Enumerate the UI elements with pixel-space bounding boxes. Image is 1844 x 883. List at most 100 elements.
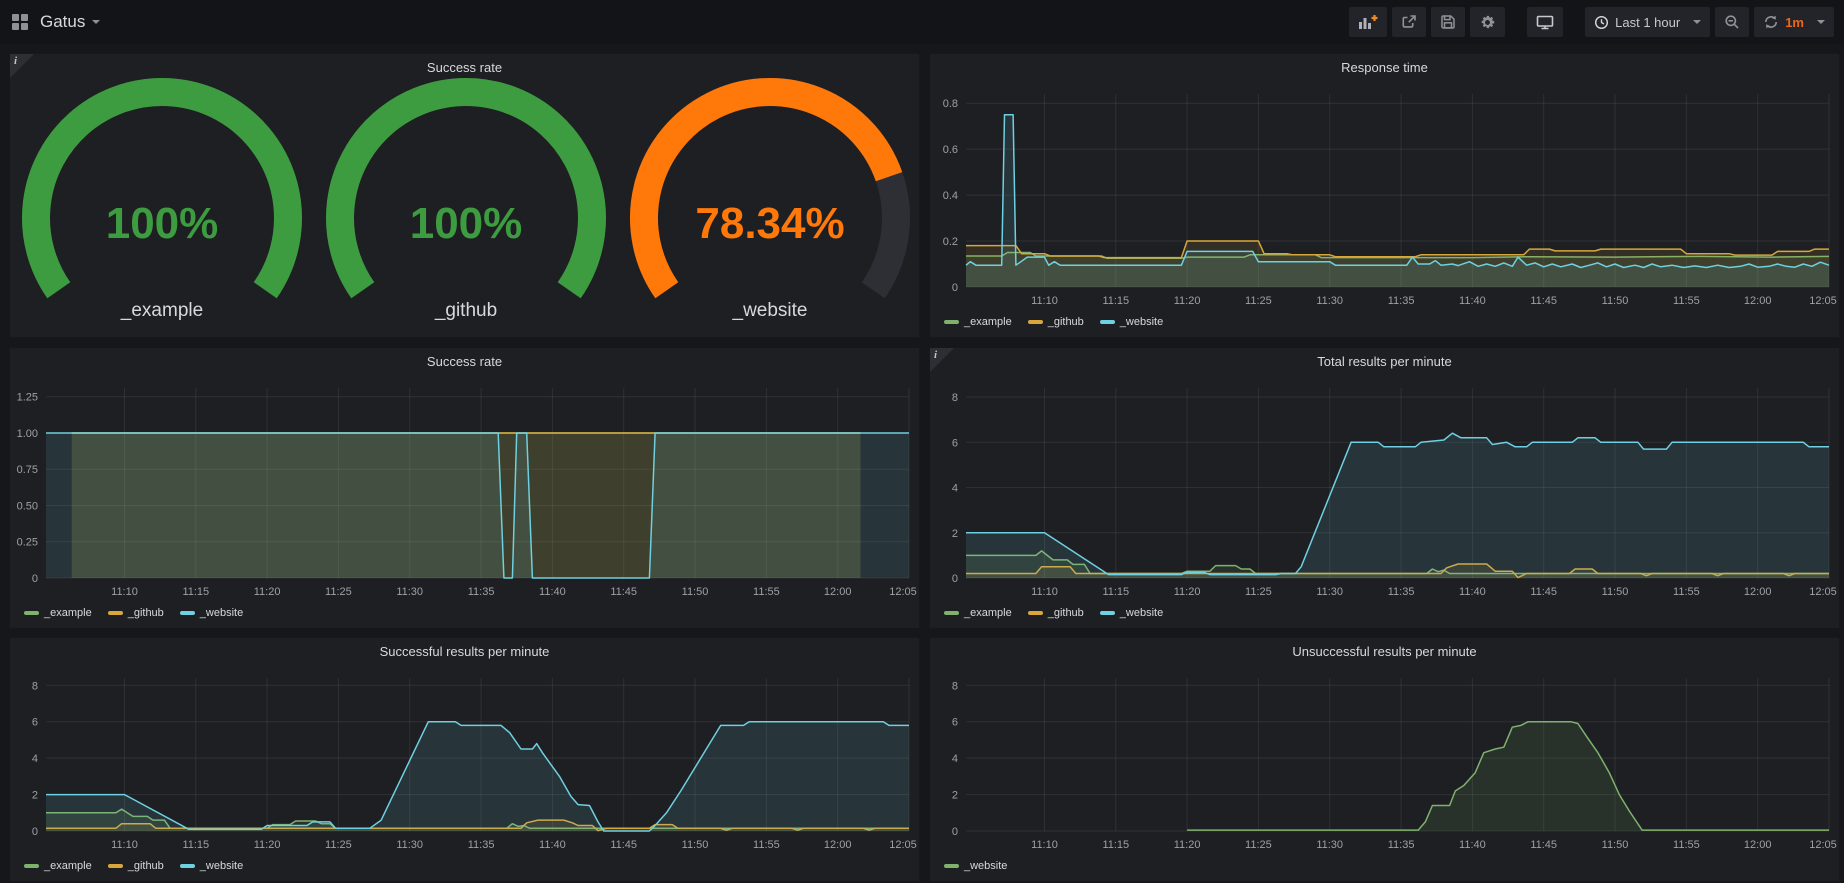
legend-series-dash — [24, 864, 39, 868]
dashboard-title: Gatus — [40, 12, 85, 32]
y-tick-label: 0 — [32, 573, 38, 585]
y-tick-label: 6 — [32, 717, 38, 729]
x-tick-label: 11:10 — [1031, 839, 1058, 851]
total-results-chart[interactable]: 0246811:1011:1511:2011:2511:3011:3511:40… — [930, 348, 1841, 630]
unsuccessful-results-chart[interactable]: 0246811:1011:1511:2011:2511:3011:3511:40… — [930, 638, 1841, 883]
x-tick-label: 11:50 — [1602, 839, 1629, 851]
y-tick-label: 6 — [952, 437, 958, 449]
legend-item[interactable]: _website — [1100, 607, 1163, 619]
legend-item[interactable]: _example — [24, 860, 92, 872]
save-button[interactable] — [1431, 7, 1465, 37]
legend-item-label: _website — [200, 860, 243, 872]
legend-item[interactable]: _website — [1100, 316, 1163, 328]
gauge-label: _example — [120, 300, 203, 321]
dashboard-title-dropdown[interactable]: Gatus — [40, 12, 100, 32]
x-tick-label: 11:10 — [111, 586, 138, 598]
save-icon — [1440, 14, 1456, 30]
x-tick-label: 11:50 — [682, 586, 709, 598]
y-tick-label: 0.8 — [943, 98, 958, 110]
legend-item[interactable]: _website — [180, 860, 243, 872]
panel-title[interactable]: Total results per minute — [930, 354, 1839, 369]
legend-item[interactable]: _example — [24, 607, 92, 619]
x-tick-label: 12:00 — [1744, 295, 1772, 307]
panel-title[interactable]: Response time — [930, 60, 1839, 75]
legend-item-label: _github — [128, 607, 164, 619]
chart-legend: _example _github _website — [24, 607, 243, 619]
panel-title[interactable]: Success rate — [10, 354, 919, 369]
y-tick-label: 0.25 — [17, 537, 38, 549]
legend-series-dash — [24, 611, 39, 615]
y-tick-label: 0.50 — [17, 501, 38, 513]
y-tick-label: 6 — [952, 717, 958, 729]
chart-legend: _example _github _website — [24, 860, 243, 872]
panel-title[interactable]: Unsuccessful results per minute — [930, 644, 1839, 659]
chart-legend: _example _github _website — [944, 607, 1163, 619]
y-tick-label: 0 — [952, 282, 958, 294]
legend-series-dash — [1028, 320, 1043, 324]
x-tick-label: 11:20 — [1174, 295, 1201, 307]
x-tick-label: 11:15 — [1102, 586, 1129, 598]
x-tick-label: 11:20 — [254, 586, 281, 598]
gauge-label: _website — [732, 300, 808, 321]
legend-item[interactable]: _github — [1028, 316, 1084, 328]
legend-item[interactable]: _website — [180, 607, 243, 619]
legend-item-label: _github — [128, 860, 164, 872]
panel-info-icon[interactable]: i — [10, 54, 34, 78]
x-tick-label: 11:30 — [1316, 295, 1343, 307]
x-tick-label: 11:30 — [396, 839, 423, 851]
share-button[interactable] — [1392, 7, 1426, 37]
x-tick-label: 11:50 — [682, 839, 709, 851]
success-rate-chart[interactable]: 00.250.500.751.001.2511:1011:1511:2011:2… — [10, 348, 921, 630]
legend-item[interactable]: _github — [1028, 607, 1084, 619]
time-range-picker[interactable]: Last 1 hour — [1585, 7, 1710, 37]
panel-success-rate-series: Success rate 00.250.500.751.001.2511:101… — [9, 347, 920, 629]
legend-item-label: _example — [44, 607, 92, 619]
legend-series-dash — [180, 611, 195, 615]
legend-series-dash — [944, 611, 959, 615]
chevron-down-icon — [1817, 20, 1825, 24]
legend-item[interactable]: _github — [108, 860, 164, 872]
y-tick-label: 0.2 — [943, 236, 958, 248]
y-tick-label: 0.6 — [943, 144, 958, 156]
panel-title[interactable]: Success rate — [10, 60, 919, 75]
panel-title[interactable]: Successful results per minute — [10, 644, 919, 659]
x-tick-label: 11:10 — [111, 839, 138, 851]
x-tick-label: 11:45 — [1530, 295, 1557, 307]
response-time-chart[interactable]: 00.20.40.60.811:1011:1511:2011:2511:3011… — [930, 54, 1841, 339]
legend-series-dash — [1100, 320, 1115, 324]
legend-item[interactable]: _website — [944, 860, 1007, 872]
y-tick-label: 4 — [32, 753, 38, 765]
refresh-button[interactable]: 1m — [1754, 7, 1834, 37]
cycle-view-button[interactable] — [1527, 7, 1563, 37]
legend-item[interactable]: _github — [108, 607, 164, 619]
panel-info-icon[interactable]: i — [930, 348, 954, 372]
successful-results-chart[interactable]: 0246811:1011:1511:2011:2511:3011:3511:40… — [10, 638, 921, 883]
legend-series-dash — [1028, 611, 1043, 615]
x-tick-label: 11:15 — [182, 586, 209, 598]
x-tick-label: 11:25 — [325, 839, 352, 851]
legend-item[interactable]: _example — [944, 316, 1012, 328]
x-tick-label: 12:05 — [1809, 586, 1837, 598]
x-tick-label: 11:15 — [1102, 295, 1129, 307]
x-tick-label: 11:55 — [1673, 839, 1700, 851]
gauge-value: 100% — [106, 199, 219, 248]
x-tick-label: 11:45 — [610, 839, 637, 851]
zoom-out-button[interactable] — [1715, 7, 1749, 37]
x-tick-label: 11:30 — [396, 586, 423, 598]
gear-icon — [1479, 14, 1496, 31]
settings-button[interactable] — [1470, 7, 1505, 37]
chart-legend: _website — [944, 860, 1007, 872]
dashboards-grid-icon[interactable] — [10, 12, 30, 32]
x-tick-label: 11:40 — [1459, 586, 1486, 598]
x-tick-label: 11:25 — [325, 586, 352, 598]
legend-item[interactable]: _example — [944, 607, 1012, 619]
x-tick-label: 12:05 — [889, 586, 917, 598]
add-panel-button[interactable] — [1349, 7, 1387, 37]
chevron-down-icon — [1693, 20, 1701, 24]
clock-icon — [1594, 15, 1609, 30]
y-tick-label: 2 — [32, 790, 38, 802]
x-tick-label: 11:35 — [468, 839, 495, 851]
x-tick-label: 11:35 — [1388, 295, 1415, 307]
zoom-out-icon — [1724, 14, 1740, 30]
x-tick-label: 11:20 — [1174, 839, 1201, 851]
